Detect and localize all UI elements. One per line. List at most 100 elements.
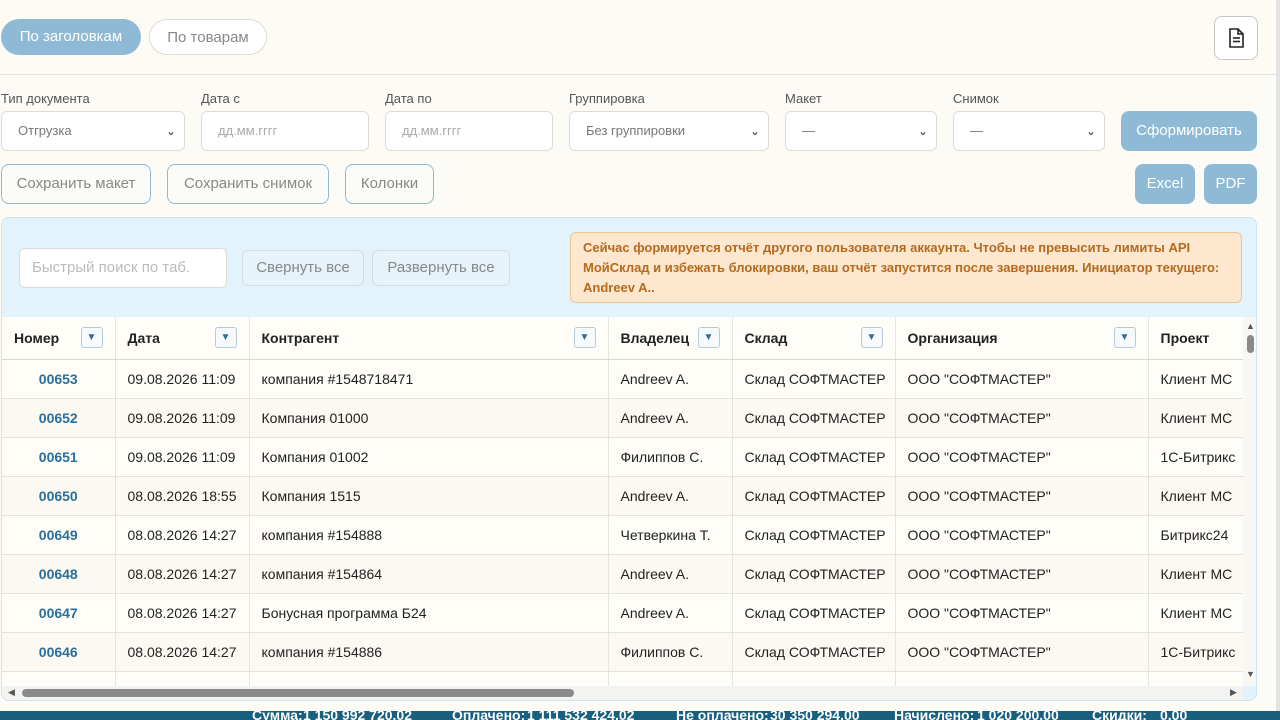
date-to-label: Дата по — [385, 91, 432, 106]
cell-number[interactable]: 00645 — [2, 671, 116, 686]
save-layout-button[interactable]: Сохранить макет — [1, 164, 151, 204]
table-vertical-scrollbar[interactable]: ▲ ▼ — [1243, 317, 1256, 686]
cell-project: Клиент МС — [1148, 476, 1243, 516]
expand-all-button[interactable]: Развернуть все — [372, 250, 510, 286]
filter-icon[interactable]: ▼ — [697, 327, 720, 348]
cell-organization: ООО "СОФТМАСТЕР" — [895, 398, 1149, 438]
generate-button[interactable]: Сформировать — [1121, 111, 1257, 151]
quick-search-input[interactable]: Быстрый поиск по таб. — [19, 248, 227, 288]
cell-organization: ООО "СОФТМАСТЕР" — [895, 671, 1149, 686]
cell-number[interactable]: 00649 — [2, 515, 116, 555]
cell-number[interactable]: 00650 — [2, 476, 116, 516]
scroll-down-icon[interactable]: ▼ — [1246, 669, 1255, 679]
snapshot-value: — — [970, 123, 983, 138]
cell-counterparty: Компания 01002 — [249, 437, 609, 477]
date-from-label: Дата с — [201, 91, 240, 106]
table-row[interactable]: 00647 08.08.2026 14:27 Бонусная программа … — [2, 593, 1243, 633]
cell-number[interactable]: 00648 — [2, 554, 116, 594]
tab-by-goods[interactable]: По товарам — [149, 19, 267, 55]
table-row[interactable]: 00649 08.08.2026 14:27 компания #154888 Чет… — [2, 515, 1243, 555]
filter-icon[interactable]: ▼ — [860, 327, 883, 348]
cell-project: Клиент МС — [1148, 593, 1243, 633]
chevron-down-icon: ⌄ — [1085, 124, 1096, 138]
cell-counterparty: компания #154888 — [249, 515, 609, 555]
table-row[interactable]: 00648 08.08.2026 14:27 компания #154864 And… — [2, 554, 1243, 594]
date-to-input[interactable]: дд.мм.гггг — [385, 111, 553, 151]
unpaid-label: Не оплачено: — [676, 711, 769, 720]
scroll-thumb[interactable] — [22, 689, 574, 697]
discount-label: Скидки: — [1092, 711, 1147, 720]
table-row[interactable]: 00653 09.08.2026 11:09 компания #154871847… — [2, 359, 1243, 399]
unpaid-value: 30 350 294,00 — [770, 711, 860, 720]
col-header-warehouse: Склад ▼ — [732, 317, 896, 360]
table-horizontal-scrollbar[interactable]: ◀ ▶ — [2, 686, 1243, 700]
cell-number[interactable]: 00653 — [2, 359, 116, 399]
excel-button[interactable]: Excel — [1135, 164, 1195, 204]
cell-counterparty: Бонусная программа Б24 — [249, 593, 609, 633]
date-from-input[interactable]: дд.мм.гггг — [201, 111, 369, 151]
cell-owner: Andreev A. — [608, 554, 733, 594]
filter-icon[interactable]: ▼ — [80, 327, 103, 348]
col-header-organization: Организация ▼ — [895, 317, 1149, 360]
cell-organization: ООО "СОФТМАСТЕР" — [895, 515, 1149, 555]
scroll-right-icon[interactable]: ▶ — [1230, 687, 1237, 698]
cell-number[interactable]: 00652 — [2, 398, 116, 438]
totals-footer: Сумма: 1 150 992 720,02 Оплачено: 1 111 … — [0, 711, 1280, 720]
cell-warehouse: Склад СОФТМАСТЕР — [732, 437, 896, 477]
save-snapshot-button[interactable]: Сохранить снимок — [167, 164, 329, 204]
cell-owner: Четверкина Т. — [608, 671, 733, 686]
layout-label: Макет — [785, 91, 822, 106]
cell-project: Битрикс24 — [1148, 515, 1243, 555]
filter-icon[interactable]: ▼ — [573, 327, 596, 348]
paid-value: 1 111 532 424,02 — [527, 711, 635, 720]
columns-button[interactable]: Колонки — [345, 164, 434, 204]
cell-project: Клиент МС — [1148, 398, 1243, 438]
cell-warehouse: Склад СОФТМАСТЕР — [732, 554, 896, 594]
filter-icon[interactable]: ▼ — [1113, 327, 1136, 348]
table-row[interactable]: 00646 08.08.2026 14:27 компания #154886 Фил… — [2, 632, 1243, 672]
table-row[interactable]: 00652 09.08.2026 11:09 Компания 01000 Andre… — [2, 398, 1243, 438]
col-header-owner: Владелец ▼ — [608, 317, 733, 360]
cell-project: 1С-Битрикс — [1148, 632, 1243, 672]
cell-warehouse: Склад СОФТМАСТЕР — [732, 632, 896, 672]
col-header-counterparty: Контрагент ▼ — [249, 317, 609, 360]
table-row[interactable]: 00650 08.08.2026 18:55 Компания 1515 Andree… — [2, 476, 1243, 516]
cell-date: 07.08.2026 14:26 — [115, 671, 250, 686]
tab-by-headers[interactable]: По заголовкам — [1, 19, 141, 55]
cell-warehouse: Склад СОФТМАСТЕР — [732, 593, 896, 633]
snapshot-label: Снимок — [953, 91, 999, 106]
paid-label: Оплачено: — [452, 711, 526, 720]
cell-organization: ООО "СОФТМАСТЕР" — [895, 632, 1149, 672]
total-sum-value: 1 150 992 720,02 — [303, 711, 412, 720]
grouping-select[interactable]: Без группировки ⌄ — [569, 111, 769, 151]
cell-project: Клиент МС — [1148, 359, 1243, 399]
cell-date: 08.08.2026 18:55 — [115, 476, 250, 516]
cell-warehouse: Склад СОФТМАСТЕР — [732, 671, 896, 686]
col-header-date: Дата ▼ — [115, 317, 250, 360]
cell-counterparty: Компания 01000 — [249, 398, 609, 438]
grouping-value: Без группировки — [586, 123, 686, 138]
discount-value: 0,00 — [1160, 711, 1188, 720]
cell-counterparty: Компания 1515 — [249, 476, 609, 516]
table-row[interactable]: 00651 09.08.2026 11:09 Компания 01002 Филип… — [2, 437, 1243, 477]
cell-number[interactable]: 00651 — [2, 437, 116, 477]
collapse-all-button[interactable]: Свернуть все — [242, 250, 364, 286]
scroll-up-icon[interactable]: ▲ — [1246, 321, 1255, 331]
layout-select[interactable]: — ⌄ — [785, 111, 937, 151]
pdf-button[interactable]: PDF — [1204, 164, 1257, 204]
table-row[interactable]: 0064507.08.2026 14:26компания #154874Чет… — [2, 671, 1243, 686]
cell-owner: Четверкина Т. — [608, 515, 733, 555]
top-bar: По заголовкам По товарам — [0, 0, 1280, 75]
doc-type-select[interactable]: Отгрузка ⌄ — [1, 111, 185, 151]
cell-owner: Филиппов С. — [608, 632, 733, 672]
snapshot-select[interactable]: — ⌄ — [953, 111, 1105, 151]
document-button[interactable] — [1214, 16, 1258, 60]
cell-number[interactable]: 00646 — [2, 632, 116, 672]
cell-number[interactable]: 00647 — [2, 593, 116, 633]
cell-organization: ООО "СОФТМАСТЕР" — [895, 593, 1149, 633]
scroll-left-icon[interactable]: ◀ — [8, 687, 15, 698]
page-scrollbar[interactable] — [1276, 0, 1280, 720]
scroll-thumb[interactable] — [1247, 335, 1254, 353]
filter-icon[interactable]: ▼ — [214, 327, 237, 348]
chevron-down-icon: ⌄ — [749, 124, 760, 138]
